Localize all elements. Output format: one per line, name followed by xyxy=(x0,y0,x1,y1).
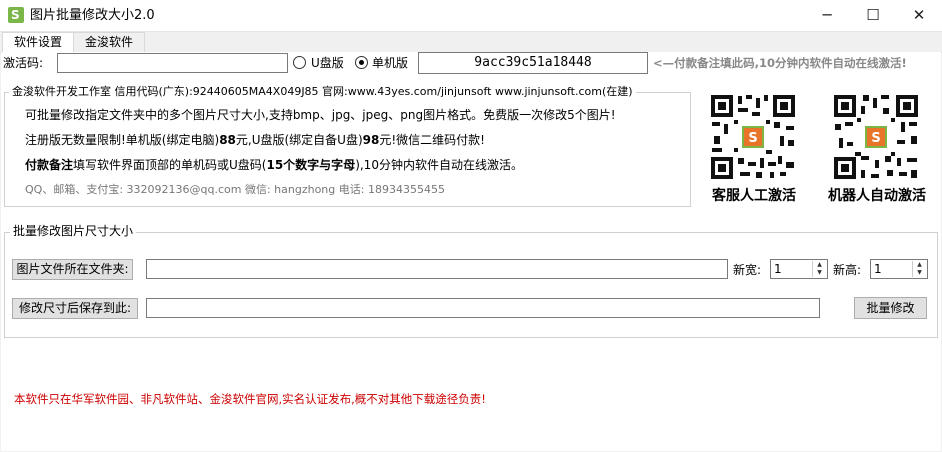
activation-code-input[interactable] xyxy=(57,53,288,73)
new-height-label: 新高: xyxy=(833,263,862,277)
new-height-value: 1 xyxy=(874,262,882,276)
qr-code-icon: S xyxy=(831,92,921,182)
info-line-pricing: 注册版无数量限制!单机版(绑定电脑)88元,U盘版(绑定自备U盘)98元!微信二… xyxy=(25,133,485,147)
spin-down-icon[interactable]: ▼ xyxy=(913,269,926,277)
machine-code-field[interactable]: 9acc39c51a18448 xyxy=(418,52,648,74)
qr-caption-robot: 机器人自动激活 xyxy=(828,188,926,204)
output-folder-input[interactable] xyxy=(146,298,820,318)
spin-up-icon[interactable]: ▲ xyxy=(913,261,926,269)
tab-jinjun-software[interactable]: 金浚软件 xyxy=(73,32,145,52)
window-title: 图片批量修改大小2.0 xyxy=(30,8,155,23)
qr-code-customer-service: S xyxy=(708,92,798,182)
spin-down-icon[interactable]: ▼ xyxy=(813,269,826,277)
info-line-payment: 付款备注填写软件界面顶部的单机码或U盘码(15个数字与字母),10分钟内软件自动… xyxy=(25,158,523,172)
close-button[interactable]: ✕ xyxy=(896,0,942,31)
info-line-contact: QQ、邮箱、支付宝: 332092136@qq.com 微信: hangzhon… xyxy=(25,183,445,196)
new-width-stepper[interactable]: 1 ▲ ▼ xyxy=(770,259,828,279)
app-logo-icon xyxy=(8,7,24,23)
activation-code-label: 激活码: xyxy=(3,56,44,70)
spin-up-icon[interactable]: ▲ xyxy=(813,261,826,269)
qr-code-robot: S xyxy=(831,92,921,182)
source-folder-input[interactable] xyxy=(146,259,728,279)
new-height-stepper[interactable]: 1 ▲ ▼ xyxy=(870,259,928,279)
resize-group xyxy=(4,232,938,338)
info-legend: 金浚软件开发工作室 信用代码(广东):92440605MA4X049J85 官网… xyxy=(9,84,636,100)
settings-panel: 激活码: U盘版 单机版 9acc39c51a18448 <—付款备注填此码,1… xyxy=(1,52,941,451)
new-width-value: 1 xyxy=(774,262,782,276)
tab-software-settings[interactable]: 软件设置 xyxy=(2,32,74,53)
new-height-spin[interactable]: ▲ ▼ xyxy=(912,261,926,277)
new-width-spin[interactable]: ▲ ▼ xyxy=(812,261,826,277)
maximize-button[interactable]: ☐ xyxy=(850,0,896,31)
tab-strip: 软件设置 金浚软件 xyxy=(0,32,942,53)
info-line-features: 可批量修改指定文件夹中的多个图片尺寸大小,支持bmp、jpg、jpeg、png图… xyxy=(25,108,616,122)
output-folder-button[interactable]: 修改尺寸后保存到此: xyxy=(12,298,138,319)
svg-text:S: S xyxy=(748,131,757,146)
qr-code-icon: S xyxy=(708,92,798,182)
activation-note: <—付款备注填此码,10分钟内软件自动在线激活! xyxy=(653,56,907,70)
title-bar: 图片批量修改大小2.0 ─ ☐ ✕ xyxy=(0,0,942,32)
minimize-button[interactable]: ─ xyxy=(804,0,850,31)
source-folder-button[interactable]: 图片文件所在文件夹: xyxy=(12,259,133,280)
svg-text:S: S xyxy=(871,131,880,146)
resize-legend: 批量修改图片尺寸大小 xyxy=(10,223,137,239)
pc-version-radio[interactable] xyxy=(355,56,368,69)
distribution-notice: 本软件只在华军软件园、非凡软件站、金浚软件官网,实名认证发布,概不对其他下载途径… xyxy=(14,392,486,406)
usb-version-label: U盘版 xyxy=(311,56,344,70)
qr-caption-customer-service: 客服人工激活 xyxy=(712,188,796,204)
pc-version-label: 单机版 xyxy=(372,56,409,70)
usb-version-radio[interactable] xyxy=(293,56,306,69)
new-width-label: 新宽: xyxy=(733,263,762,277)
batch-resize-button[interactable]: 批量修改 xyxy=(854,297,927,319)
